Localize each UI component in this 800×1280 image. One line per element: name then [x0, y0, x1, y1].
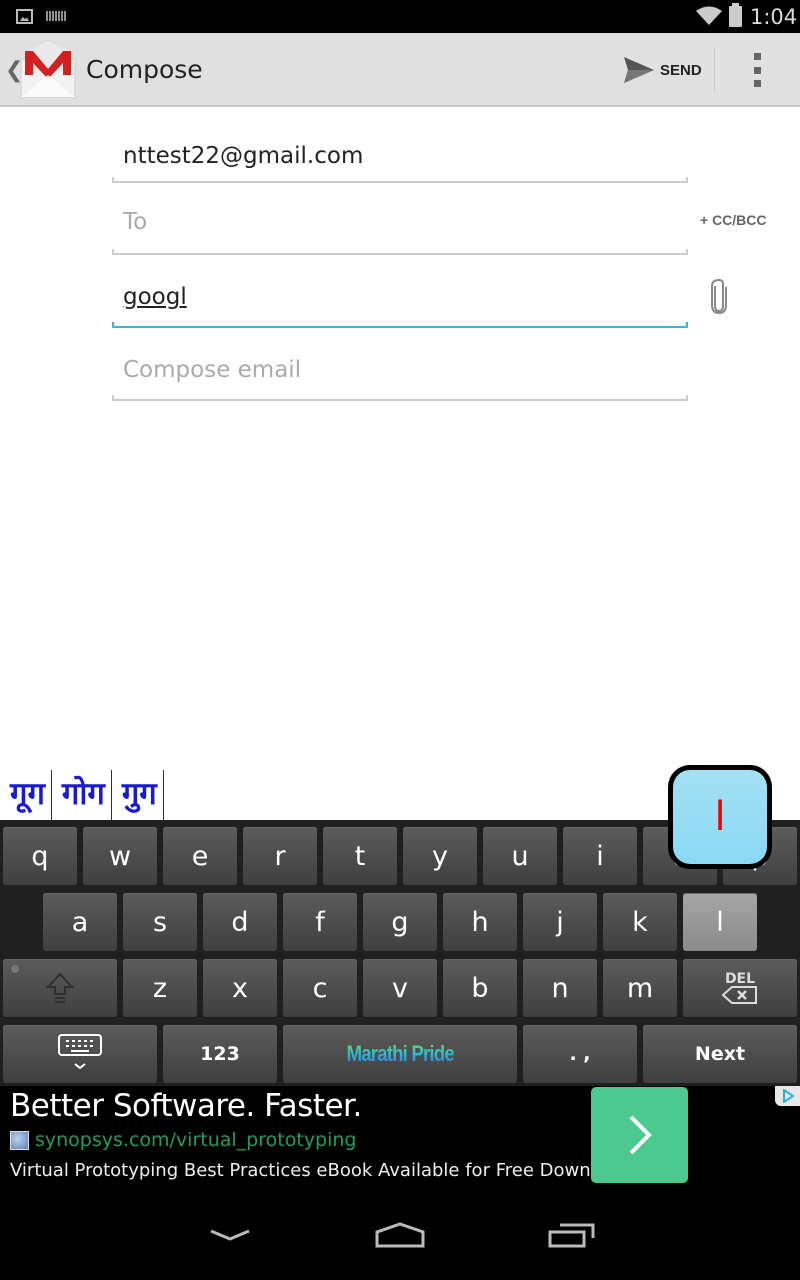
cc-bcc-button[interactable]: + CC/BCC [700, 212, 767, 228]
key-f[interactable]: f [283, 893, 357, 951]
ad-title[interactable]: Better Software. Faster. [10, 1088, 362, 1124]
to-input[interactable] [112, 200, 688, 244]
from-input[interactable] [112, 130, 688, 181]
up-navigation-button[interactable]: ❮ [0, 33, 80, 107]
suggestion-item[interactable]: गोग [52, 770, 112, 820]
shift-indicator [11, 965, 19, 973]
key-preview-char: l [714, 794, 726, 840]
key-v[interactable]: v [363, 959, 437, 1017]
punctuation-key[interactable]: . , [523, 1025, 637, 1083]
delete-label: DEL [724, 971, 756, 987]
key-b[interactable]: b [443, 959, 517, 1017]
suggestion-strip: गूग गोग गुग [0, 770, 164, 820]
subject-input[interactable] [112, 272, 688, 322]
body-field[interactable] [112, 346, 688, 401]
key-t[interactable]: t [323, 827, 397, 885]
keyboard-hide-icon [58, 1034, 102, 1070]
space-key[interactable]: Marathi Pride [283, 1025, 517, 1083]
key-u[interactable]: u [483, 827, 557, 885]
image-notification-icon [16, 9, 33, 24]
key-n[interactable]: n [523, 959, 597, 1017]
ad-url-row[interactable]: synopsys.com/virtual_prototyping [10, 1129, 356, 1151]
home-button[interactable] [360, 1210, 440, 1260]
key-x[interactable]: x [203, 959, 277, 1017]
navigation-bar [0, 1190, 800, 1280]
send-label: SEND [660, 61, 702, 79]
action-bar-divider [714, 47, 715, 93]
suggestion-item[interactable]: गूग [0, 770, 52, 820]
numbers-key[interactable]: 123 [163, 1025, 277, 1083]
delete-key[interactable]: DEL [683, 959, 797, 1017]
key-d[interactable]: d [203, 893, 277, 951]
key-e[interactable]: e [163, 827, 237, 885]
from-field[interactable] [112, 130, 688, 183]
key-l[interactable]: l [683, 893, 757, 951]
backspace-icon [722, 986, 757, 1004]
key-k[interactable]: k [603, 893, 677, 951]
home-icon [375, 1222, 425, 1248]
key-preview-popup: l [668, 765, 772, 869]
key-z[interactable]: z [123, 959, 197, 1017]
ad-cta-button[interactable] [591, 1087, 688, 1183]
key-h[interactable]: h [443, 893, 517, 951]
back-chevron-down-icon [210, 1229, 250, 1241]
key-y[interactable]: y [403, 827, 477, 885]
ad-description: Virtual Prototyping Best Practices eBook… [10, 1160, 630, 1181]
key-c[interactable]: c [283, 959, 357, 1017]
shift-icon [46, 972, 74, 1003]
send-button[interactable]: SEND [624, 51, 702, 89]
paperclip-icon[interactable] [708, 278, 730, 314]
action-bar: ❮ Compose SEND [0, 33, 800, 107]
chevron-right-icon [629, 1115, 652, 1155]
key-g[interactable]: g [363, 893, 437, 951]
hide-keyboard-key[interactable] [3, 1025, 157, 1083]
globe-icon [10, 1130, 29, 1150]
key-r[interactable]: r [243, 827, 317, 885]
ad-url[interactable]: synopsys.com/virtual_prototyping [35, 1129, 356, 1151]
body-input[interactable] [112, 346, 688, 394]
recents-button[interactable] [532, 1210, 612, 1260]
key-a[interactable]: a [43, 893, 117, 951]
shift-key[interactable] [3, 959, 117, 1017]
send-icon [624, 57, 654, 83]
key-m[interactable]: m [603, 959, 677, 1017]
key-j[interactable]: j [523, 893, 597, 951]
status-bar: 1:04 [0, 0, 800, 33]
ad-choices-icon[interactable] [775, 1086, 800, 1106]
space-key-label: Marathi Pride [346, 1041, 454, 1066]
battery-icon [729, 3, 742, 27]
overflow-menu-icon[interactable] [745, 53, 769, 87]
keyboard-notification-icon [46, 11, 66, 21]
key-s[interactable]: s [123, 893, 197, 951]
gmail-logo-icon [20, 41, 76, 98]
suggestion-item[interactable]: गुग [112, 770, 164, 820]
wifi-icon [696, 6, 722, 25]
key-w[interactable]: w [83, 827, 157, 885]
ad-banner[interactable]: Better Software. Faster. synopsys.com/vi… [0, 1086, 800, 1190]
to-field[interactable] [112, 200, 688, 255]
next-key[interactable]: Next [643, 1025, 797, 1083]
back-button[interactable] [190, 1210, 270, 1260]
clock: 1:04 [750, 5, 798, 29]
key-i[interactable]: i [563, 827, 637, 885]
recents-icon [548, 1223, 595, 1248]
subject-field[interactable] [112, 272, 688, 328]
page-title: Compose [86, 55, 203, 84]
key-q[interactable]: q [3, 827, 77, 885]
